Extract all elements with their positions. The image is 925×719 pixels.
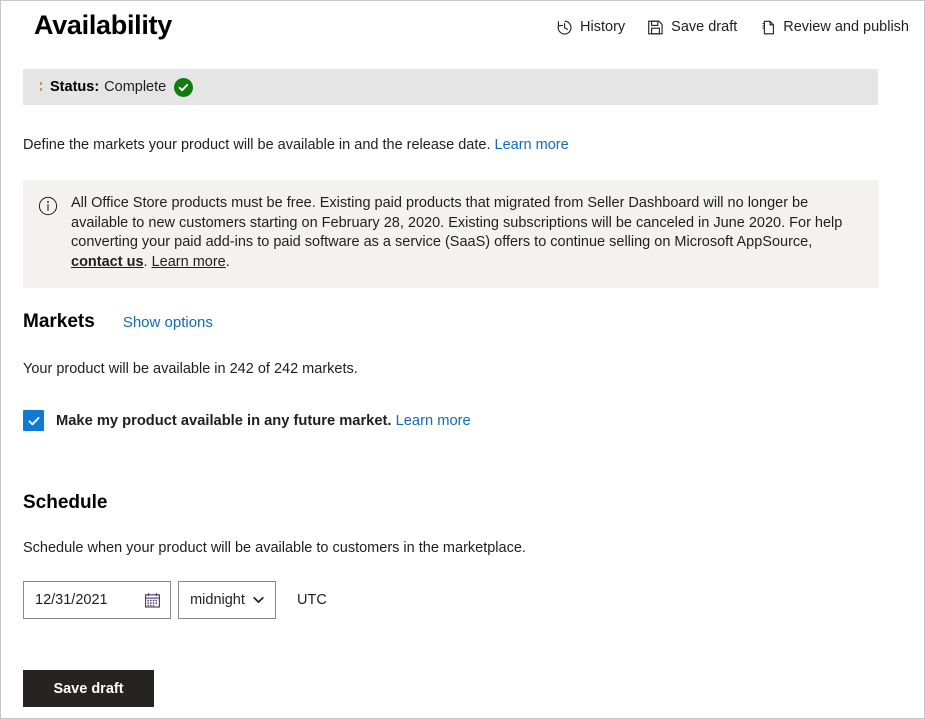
- availability-page: Availability History Save draft Review a…: [0, 0, 925, 719]
- release-date-input[interactable]: 12/31/2021: [23, 581, 171, 619]
- header-actions: History Save draft Review and publish: [556, 18, 909, 36]
- status-bar: Status: Complete: [23, 69, 878, 105]
- markets-header: Markets Show options: [23, 310, 213, 335]
- save-draft-header-button[interactable]: Save draft: [647, 18, 737, 36]
- calendar-icon[interactable]: [144, 592, 161, 609]
- info-banner-separator: .: [143, 253, 148, 270]
- history-label: History: [580, 19, 626, 35]
- history-button[interactable]: History: [556, 18, 625, 36]
- schedule-description: Schedule when your product will be avail…: [23, 540, 526, 556]
- page-header: Availability History Save draft Review a…: [1, 1, 924, 53]
- chevron-down-icon: [253, 596, 264, 604]
- save-draft-header-label: Save draft: [671, 19, 738, 35]
- review-and-publish-button[interactable]: Review and publish: [759, 18, 909, 36]
- schedule-title: Schedule: [23, 492, 108, 513]
- document-publish-icon: [759, 19, 776, 36]
- release-time-select[interactable]: midnight: [178, 581, 276, 619]
- release-date-value: 12/31/2021: [35, 592, 108, 608]
- status-value: Complete: [104, 79, 167, 95]
- checkmark-icon: [27, 416, 40, 425]
- schedule-controls: 12/31/2021 midnight UTC: [23, 581, 327, 619]
- show-options-link[interactable]: Show options: [123, 311, 213, 335]
- intro-learn-more-link[interactable]: Learn more: [495, 137, 569, 153]
- markets-title: Markets: [23, 311, 95, 332]
- info-banner: All Office Store products must be free. …: [23, 180, 879, 288]
- info-banner-text: All Office Store products must be free. …: [71, 194, 863, 272]
- save-draft-button[interactable]: Save draft: [23, 670, 154, 707]
- review-and-publish-label: Review and publish: [783, 19, 909, 35]
- status-marker-dots: [39, 80, 44, 94]
- info-banner-end-punctuation: .: [225, 253, 230, 270]
- future-market-row: Make my product available in any future …: [23, 410, 471, 431]
- future-market-text: Make my product available in any future …: [56, 412, 392, 429]
- intro-text: Define the markets your product will be …: [23, 135, 569, 155]
- info-circle-icon: [38, 196, 58, 216]
- status-label: Status:: [50, 79, 100, 95]
- future-market-learn-more-link[interactable]: Learn more: [396, 413, 471, 429]
- markets-count-text: Your product will be available in 242 of…: [23, 361, 358, 377]
- contact-us-link[interactable]: contact us: [71, 254, 144, 270]
- page-title: Availability: [34, 10, 172, 40]
- green-check-circle-icon: [174, 77, 194, 97]
- info-banner-paragraph: All Office Store products must be free. …: [71, 195, 843, 250]
- floppy-disk-save-icon: [647, 19, 664, 36]
- future-market-label: Make my product available in any future …: [56, 411, 471, 431]
- release-time-value: midnight: [190, 592, 245, 608]
- timezone-label: UTC: [297, 592, 327, 608]
- intro-description: Define the markets your product will be …: [23, 137, 491, 153]
- info-banner-learn-more-link[interactable]: Learn more: [152, 254, 226, 270]
- future-market-checkbox[interactable]: [23, 410, 44, 431]
- history-clock-icon: [556, 19, 573, 36]
